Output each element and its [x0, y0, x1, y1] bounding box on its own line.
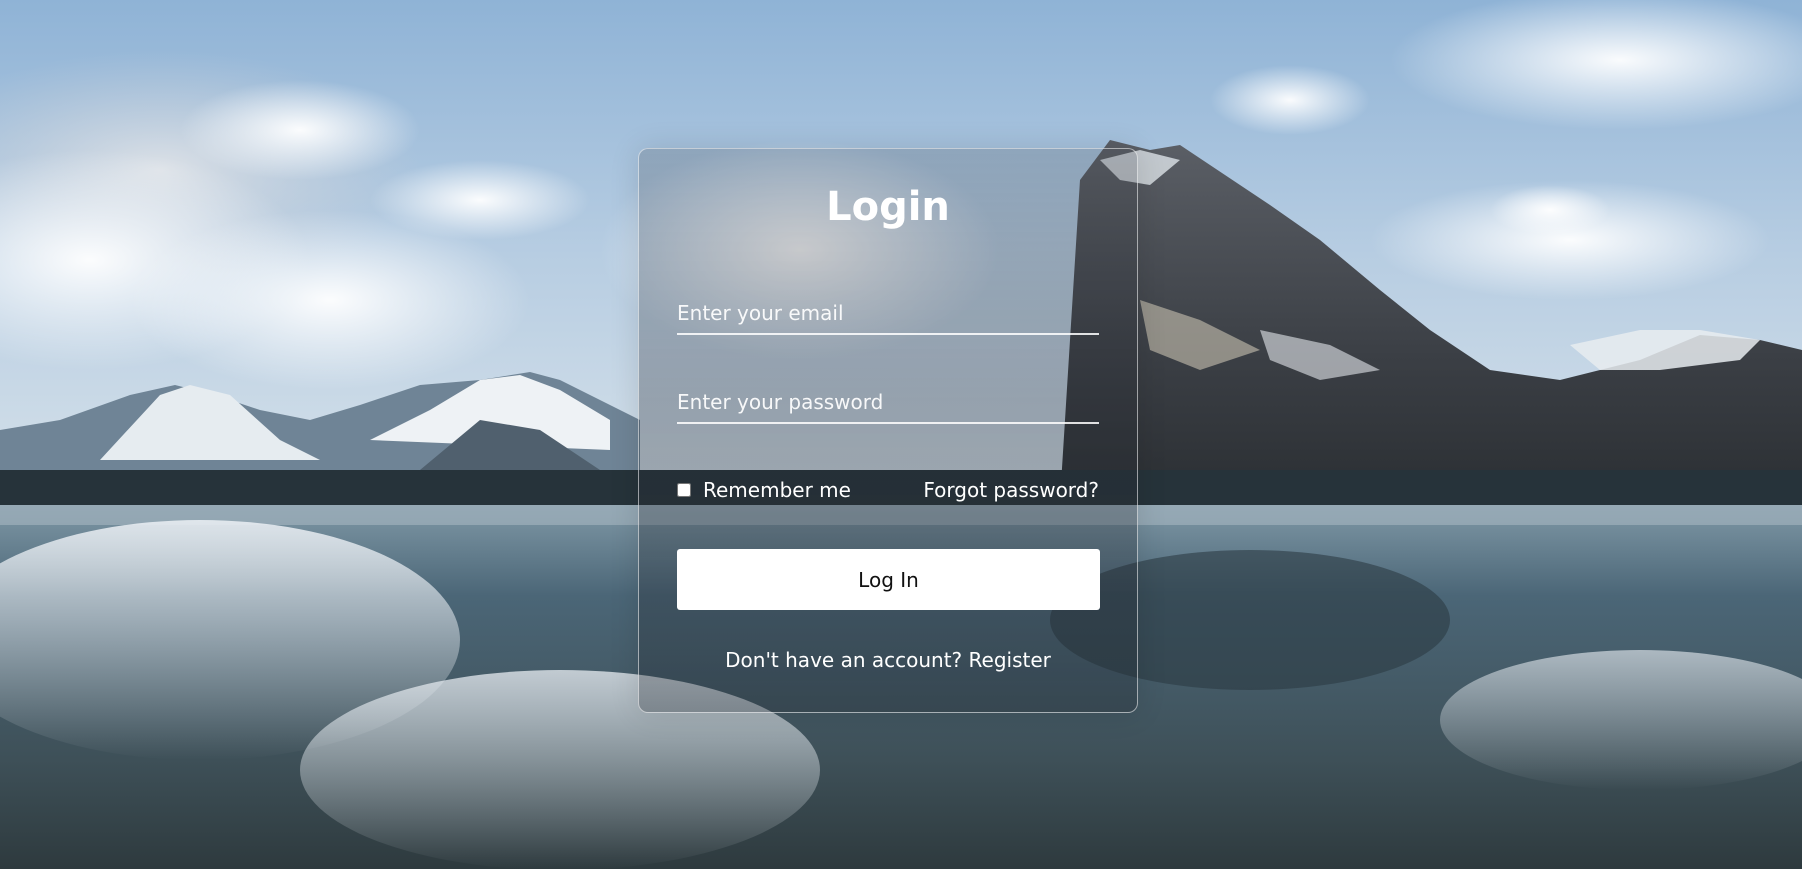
- register-row: Don't have an account? Register: [639, 648, 1137, 672]
- register-link[interactable]: Register: [969, 648, 1051, 672]
- remember-me[interactable]: Remember me: [677, 478, 851, 502]
- email-field-container: [677, 293, 1099, 335]
- login-options-row: Remember me Forgot password?: [677, 478, 1099, 504]
- password-input[interactable]: [677, 382, 1099, 422]
- remember-me-checkbox[interactable]: [677, 483, 691, 497]
- password-field-container: [677, 382, 1099, 424]
- login-button[interactable]: Log In: [677, 549, 1100, 610]
- forgot-password-link[interactable]: Forgot password?: [923, 478, 1099, 502]
- login-card: Login Remember me Forgot password? Log I…: [638, 148, 1138, 713]
- register-prompt: Don't have an account?: [725, 648, 963, 672]
- email-input[interactable]: [677, 293, 1099, 333]
- login-title: Login: [826, 184, 950, 230]
- remember-me-label: Remember me: [703, 478, 851, 502]
